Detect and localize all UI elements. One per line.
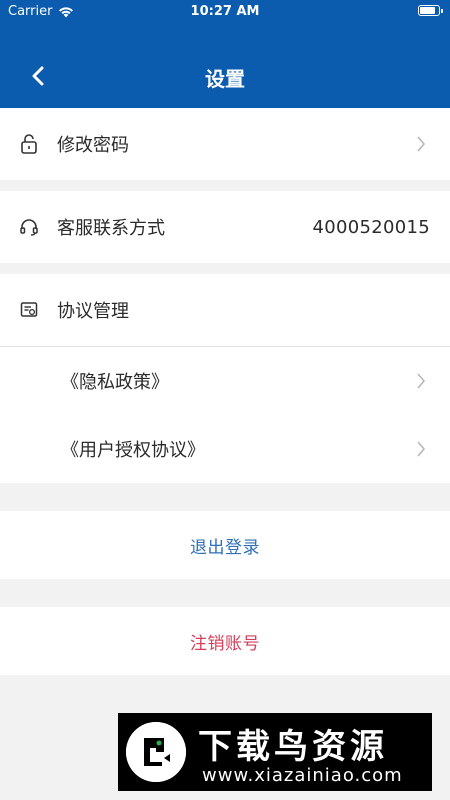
document-icon	[18, 299, 40, 321]
customer-service-row[interactable]: 客服联系方式 4000520015	[0, 191, 450, 263]
agreements-label: 协议管理	[57, 301, 129, 322]
watermark-url: www.xiazainiao.com	[202, 765, 403, 786]
watermark-title: 下载鸟资源	[198, 727, 388, 767]
logout-button[interactable]: 退出登录	[0, 511, 450, 579]
nav-header: Carrier 10:27 AM 设置	[0, 0, 450, 108]
user-agreement-label: 《用户授权协议》	[61, 440, 205, 461]
change-password-row[interactable]: 修改密码	[0, 108, 450, 180]
customer-service-label: 客服联系方式	[57, 218, 165, 239]
status-time: 10:27 AM	[190, 4, 260, 19]
cancel-account-button[interactable]: 注销账号	[0, 607, 450, 675]
chevron-right-icon	[417, 136, 426, 152]
bird-logo-icon	[126, 722, 186, 782]
change-password-label: 修改密码	[57, 135, 129, 156]
headset-icon	[18, 216, 40, 238]
chevron-right-icon	[417, 441, 426, 457]
status-bar: Carrier 10:27 AM	[0, 0, 450, 26]
customer-service-phone[interactable]: 4000520015	[312, 217, 430, 238]
user-agreement-row[interactable]: 《用户授权协议》	[0, 415, 450, 483]
privacy-policy-label: 《隐私政策》	[61, 372, 169, 393]
battery-level	[420, 7, 436, 14]
privacy-policy-row[interactable]: 《隐私政策》	[0, 347, 450, 415]
section-cancel-account: 注销账号	[0, 607, 450, 675]
section-logout: 退出登录	[0, 511, 450, 579]
lock-icon	[18, 133, 40, 155]
agreements-header-row: 协议管理	[0, 274, 450, 346]
watermark-banner: 下载鸟资源 www.xiazainiao.com	[118, 713, 432, 791]
section-agreements: 协议管理 《隐私政策》 《用户授权协议》	[0, 274, 450, 483]
section-customer-service: 客服联系方式 4000520015	[0, 191, 450, 263]
section-password: 修改密码	[0, 108, 450, 180]
chevron-right-icon	[417, 373, 426, 389]
battery-icon	[418, 5, 443, 16]
page-title: 设置	[205, 67, 245, 91]
